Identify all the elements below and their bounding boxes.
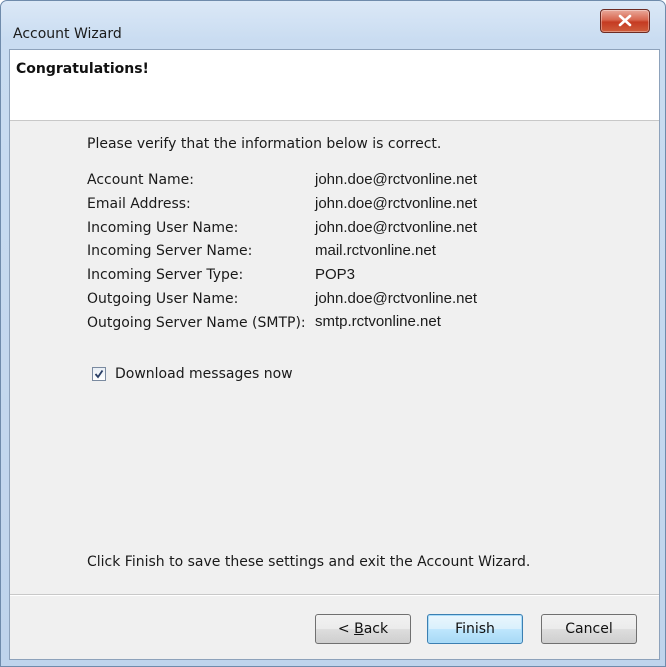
incoming-server-name-value: mail.rctvonline.net <box>315 242 436 259</box>
incoming-server-type-value: POP3 <box>315 266 356 283</box>
incoming-user-name-value: john.doe@rctvonline.net <box>315 219 477 236</box>
footer-divider <box>10 594 659 596</box>
outgoing-user-name-label: Outgoing User Name: <box>87 291 239 307</box>
download-messages-label: Download messages now <box>115 366 293 382</box>
email-address-value: john.doe@rctvonline.net <box>315 195 477 212</box>
account-name-value: john.doe@rctvonline.net <box>315 171 477 188</box>
back-button-rest: ack <box>363 621 389 637</box>
incoming-server-type-label: Incoming Server Type: <box>87 267 244 283</box>
title-bar[interactable]: Account Wizard <box>1 1 665 48</box>
page-title: Congratulations! <box>16 61 149 77</box>
account-wizard-window: Account Wizard Congratulations! Please v… <box>0 0 666 667</box>
intro-text: Please verify that the information below… <box>87 136 442 152</box>
wizard-client-area: Congratulations! Please verify that the … <box>9 49 660 660</box>
cancel-button[interactable]: Cancel <box>541 614 637 644</box>
window-title: Account Wizard <box>13 26 122 42</box>
close-icon <box>618 14 632 27</box>
outgoing-server-name-value: smtp.rctvonline.net <box>315 313 441 330</box>
download-messages-checkbox[interactable] <box>92 367 106 381</box>
back-button-prefix: < <box>337 621 355 637</box>
email-address-label: Email Address: <box>87 196 191 212</box>
account-name-label: Account Name: <box>87 172 194 188</box>
download-messages-option[interactable]: Download messages now <box>92 366 293 382</box>
checkmark-icon <box>94 369 104 379</box>
incoming-server-name-label: Incoming Server Name: <box>87 243 253 259</box>
close-button[interactable] <box>600 9 650 33</box>
outgoing-server-name-label: Outgoing Server Name (SMTP): <box>87 315 306 331</box>
finish-button[interactable]: Finish <box>427 614 523 644</box>
back-button[interactable]: < Back <box>315 614 411 644</box>
incoming-user-name-label: Incoming User Name: <box>87 220 239 236</box>
wizard-header: Congratulations! <box>10 50 659 121</box>
outgoing-user-name-value: john.doe@rctvonline.net <box>315 290 477 307</box>
back-button-accelerator: B <box>354 621 364 637</box>
finish-instructions: Click Finish to save these settings and … <box>87 554 531 570</box>
